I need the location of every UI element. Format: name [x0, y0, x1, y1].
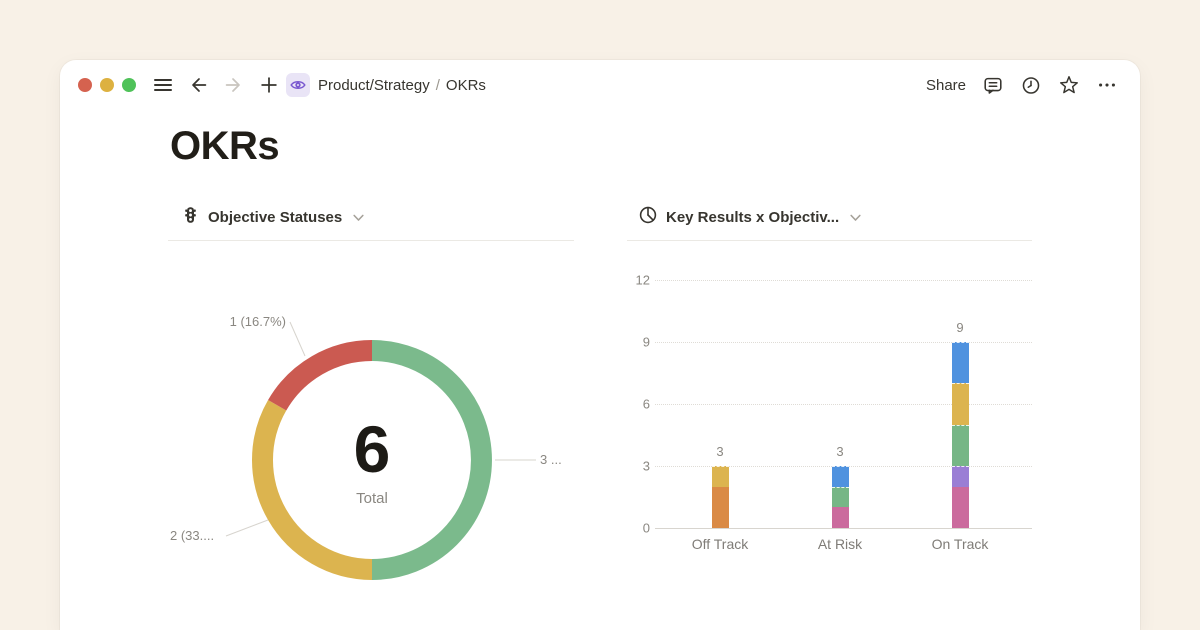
- donut-total-value: 6: [272, 416, 472, 482]
- comments-icon[interactable]: [982, 73, 1004, 97]
- donut-callout-yellow: 2 (33....: [170, 528, 214, 543]
- bar-segment[interactable]: [832, 466, 849, 487]
- app-window: Product/Strategy / OKRs Share OKRs Ob: [60, 60, 1140, 630]
- bar-segment[interactable]: [832, 507, 849, 528]
- sidebar-toggle-icon[interactable]: [152, 73, 174, 97]
- donut-callout-green: 3 ...: [540, 452, 562, 467]
- bar-segment[interactable]: [952, 487, 969, 528]
- breadcrumb-current[interactable]: OKRs: [446, 77, 486, 94]
- page-icon-eye[interactable]: [286, 73, 310, 97]
- close-window-button[interactable]: [78, 78, 92, 92]
- y-axis-tick: 9: [625, 336, 650, 349]
- gridline: [655, 528, 1032, 529]
- bar-segment[interactable]: [712, 466, 729, 487]
- page-title[interactable]: OKRs: [170, 124, 279, 169]
- bar-total-label: 3: [836, 444, 843, 459]
- donut-callout-red: 1 (16.7%): [204, 314, 286, 329]
- y-axis-tick: 6: [625, 398, 650, 411]
- share-button[interactable]: Share: [926, 77, 966, 94]
- chart-header-key-results[interactable]: Key Results x Objectiv...: [639, 204, 861, 230]
- new-page-icon[interactable]: [258, 73, 280, 97]
- chart-header-objective-statuses[interactable]: Objective Statuses: [182, 204, 364, 230]
- bar-segment[interactable]: [952, 466, 969, 487]
- window-controls: [78, 78, 136, 92]
- breadcrumb-parent[interactable]: Product/Strategy: [318, 77, 430, 94]
- bar-segment[interactable]: [952, 425, 969, 466]
- more-options-icon[interactable]: [1096, 73, 1118, 97]
- chevron-down-icon: [353, 209, 364, 226]
- toolbar-actions: Share: [926, 73, 1118, 97]
- bar-segment[interactable]: [832, 487, 849, 508]
- toolbar: Product/Strategy / OKRs Share: [60, 60, 1140, 110]
- zoom-window-button[interactable]: [122, 78, 136, 92]
- chart-divider: [168, 240, 574, 241]
- y-axis-tick: 3: [625, 460, 650, 473]
- bar-segment[interactable]: [712, 487, 729, 528]
- bar-segment[interactable]: [952, 383, 969, 424]
- bar-total-label: 3: [716, 444, 723, 459]
- donut-segment[interactable]: [277, 351, 372, 406]
- gridline: [655, 404, 1032, 405]
- donut-total-label: Total: [272, 490, 472, 507]
- y-axis-tick: 12: [625, 274, 650, 287]
- bar-total-label: 9: [956, 320, 963, 335]
- donut-chart: 6 Total 3 ... 2 (33.... 1 (16.7%): [168, 250, 574, 590]
- pie-chart-icon: [639, 206, 657, 228]
- x-axis-category-label: At Risk: [818, 536, 862, 552]
- favorite-star-icon[interactable]: [1058, 73, 1080, 97]
- breadcrumb-separator: /: [436, 77, 440, 94]
- chart-divider: [627, 240, 1032, 241]
- chevron-down-icon: [850, 209, 861, 226]
- minimize-window-button[interactable]: [100, 78, 114, 92]
- chart-title: Objective Statuses: [208, 209, 342, 226]
- updates-clock-icon[interactable]: [1020, 73, 1042, 97]
- chart-title: Key Results x Objectiv...: [666, 209, 839, 226]
- gridline: [655, 280, 1032, 281]
- breadcrumb: Product/Strategy / OKRs: [318, 77, 486, 94]
- traffic-light-icon: [182, 206, 199, 228]
- forward-icon[interactable]: [222, 73, 244, 97]
- bar-segment[interactable]: [952, 342, 969, 383]
- gridline: [655, 342, 1032, 343]
- x-axis-category-label: On Track: [932, 536, 989, 552]
- back-icon[interactable]: [188, 73, 210, 97]
- stacked-bar-chart: 0 3 6 9 12 3 Off Track 3 At Risk 9 On Track: [625, 270, 1032, 570]
- y-axis-tick: 0: [625, 522, 650, 535]
- x-axis-category-label: Off Track: [692, 536, 749, 552]
